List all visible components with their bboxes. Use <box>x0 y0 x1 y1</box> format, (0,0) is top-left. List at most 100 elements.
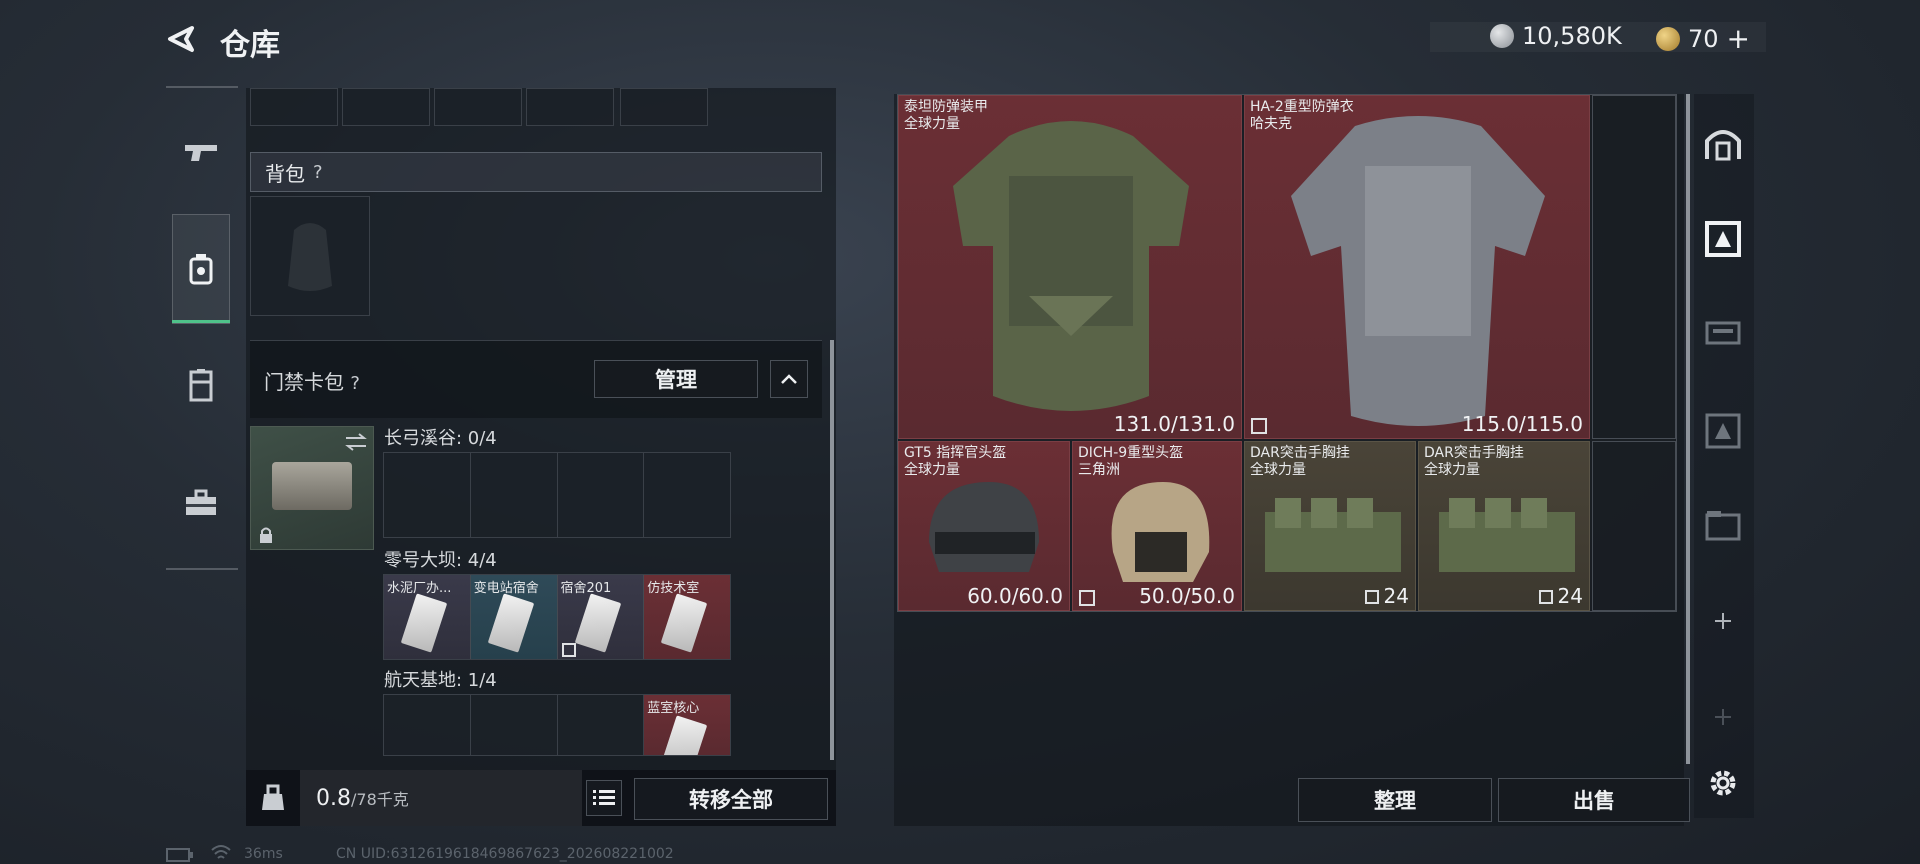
keycard-image <box>574 593 621 653</box>
backpack-help-icon[interactable]: ? <box>313 162 323 183</box>
inventory-scrollbar[interactable] <box>830 340 834 760</box>
section-title-2: 零号大坝: 4/4 <box>384 550 497 571</box>
keycard-image <box>660 715 708 755</box>
backpack-silhouette-icon <box>288 223 332 291</box>
keycard-help-icon[interactable]: ? <box>350 373 360 394</box>
storage-item[interactable]: HA-2重型防弹衣 哈夫克 115.0/115.0 <box>1244 95 1590 439</box>
gear-icon <box>1710 770 1736 796</box>
list-view-button[interactable] <box>586 780 622 816</box>
storage-tab-3[interactable] <box>1694 298 1752 368</box>
keycard-item[interactable]: 变电站宿舍 <box>470 575 558 659</box>
coins-amount: 10,580K <box>1522 22 1622 50</box>
storage-item[interactable]: DAR突击手胸挂 全球力量 24 <box>1244 441 1416 611</box>
storage-item[interactable]: GT5 指挥官头盔 全球力量 60.0/60.0 <box>898 441 1070 611</box>
currency-premium[interactable]: 70 + <box>1656 22 1750 55</box>
lock-icon <box>258 526 274 544</box>
card-slot[interactable] <box>557 695 645 755</box>
body-armor-image <box>953 121 1189 411</box>
slot-row-top-4[interactable] <box>526 88 614 126</box>
capacity-icon <box>1365 590 1379 604</box>
back-arrow-icon[interactable] <box>164 22 198 56</box>
backpack-label: 背包 <box>265 161 305 186</box>
settings-button[interactable] <box>1694 748 1752 818</box>
battery-icon <box>166 848 194 862</box>
gold-coin-icon <box>1656 26 1680 51</box>
wifi-icon <box>210 844 232 862</box>
capacity-icon <box>1539 590 1553 604</box>
weight-current: 0.8 <box>316 785 351 811</box>
armor-icon <box>189 254 213 285</box>
section-title-1: 长弓溪谷: 0/4 <box>384 428 497 449</box>
case-tab[interactable] <box>172 448 230 558</box>
arch-icon <box>1705 130 1741 161</box>
premium-amount: 70 <box>1688 24 1719 53</box>
keycard-image <box>487 593 535 653</box>
silver-coin-icon <box>1490 24 1514 48</box>
heavy-vest-image <box>1291 116 1545 426</box>
sort-button[interactable]: 整理 <box>1298 778 1492 822</box>
plus-icon <box>1715 613 1731 629</box>
gear-storage-icon <box>1705 413 1741 449</box>
weight-display: 0.8 /78千克 <box>300 770 582 826</box>
card-slot[interactable] <box>558 453 645 537</box>
currency-coins[interactable]: 10,580K <box>1490 22 1622 50</box>
keycard-item[interactable]: 蓝室核心 <box>644 695 730 755</box>
card-slot[interactable] <box>644 453 730 537</box>
keycard-image <box>400 593 448 653</box>
ping-text: 36ms <box>244 846 283 862</box>
empty-storage-cell[interactable] <box>1592 95 1676 439</box>
weight-max: /78千克 <box>351 790 409 809</box>
slot-row-top-3[interactable] <box>434 88 522 126</box>
equipment-tab[interactable] <box>172 214 230 324</box>
storage-item[interactable]: DAR突击手胸挂 全球力量 24 <box>1418 441 1590 611</box>
briefcase-icon <box>186 489 216 515</box>
equipment-tab-indicator <box>172 320 230 323</box>
empty-storage-cell[interactable] <box>1592 441 1676 611</box>
sell-button[interactable]: 出售 <box>1498 778 1690 822</box>
no-repair-icon <box>1079 590 1095 606</box>
manage-button[interactable]: 管理 <box>594 360 758 398</box>
backpack-slot[interactable] <box>250 196 370 316</box>
uid-text: CN UID:6312619618469867623_202608221002 <box>336 846 674 862</box>
card-grid-3: 蓝室核心 <box>383 694 731 756</box>
storage-tab-5[interactable] <box>1694 490 1752 560</box>
card-slot[interactable] <box>384 453 471 537</box>
weapon-tab[interactable] <box>172 98 230 208</box>
add-currency-button[interactable]: + <box>1727 22 1750 55</box>
card-slot[interactable] <box>470 695 558 755</box>
card-slot[interactable] <box>384 695 471 755</box>
slot-row-top-1[interactable] <box>250 88 338 126</box>
swap-icon[interactable] <box>344 432 368 452</box>
weapon-storage-icon <box>1705 321 1741 345</box>
storage-item[interactable]: 泰坦防弹装甲 全球力量 131.0/131.0 <box>898 95 1242 439</box>
card-grid-1[interactable] <box>383 452 731 538</box>
keycard-item[interactable]: 水泥厂办... <box>384 575 471 659</box>
card-slot[interactable] <box>471 453 558 537</box>
no-repair-icon <box>1251 418 1267 434</box>
storage-tab-2[interactable] <box>1694 204 1752 274</box>
add-storage-tab[interactable] <box>1694 586 1752 656</box>
card-grid-2: 水泥厂办... 变电站宿舍 宿舍201 仿技术室 <box>383 574 731 660</box>
weight-lock-icon <box>258 784 288 812</box>
keycard-image <box>660 593 708 653</box>
slot-row-top-2[interactable] <box>342 88 430 126</box>
transfer-all-button[interactable]: 转移全部 <box>634 778 828 820</box>
list-icon <box>593 790 615 805</box>
add-storage-tab-disabled <box>1694 682 1752 752</box>
slot-row-top-5[interactable] <box>620 88 708 126</box>
storage-tab-1[interactable] <box>1694 108 1752 178</box>
chevron-up-icon <box>781 374 797 384</box>
plus-icon <box>1715 709 1731 725</box>
equipment-storage-icon <box>1705 221 1741 257</box>
storage-scrollbar[interactable] <box>1686 94 1690 764</box>
storage-tab-4[interactable] <box>1694 396 1752 466</box>
collapse-button[interactable] <box>770 360 808 398</box>
keycard-item[interactable]: 仿技术室 <box>644 575 730 659</box>
no-repair-icon <box>561 643 576 657</box>
storage-item[interactable]: DICH-9重型头盔 三角洲 50.0/50.0 <box>1072 441 1242 611</box>
section-title-3: 航天基地: 1/4 <box>384 670 497 691</box>
folder-storage-icon <box>1705 511 1741 541</box>
keycard-item[interactable]: 宿舍201 <box>557 575 645 659</box>
backpack-header: 背包 ? <box>250 152 822 192</box>
locker-tab[interactable] <box>172 330 230 440</box>
